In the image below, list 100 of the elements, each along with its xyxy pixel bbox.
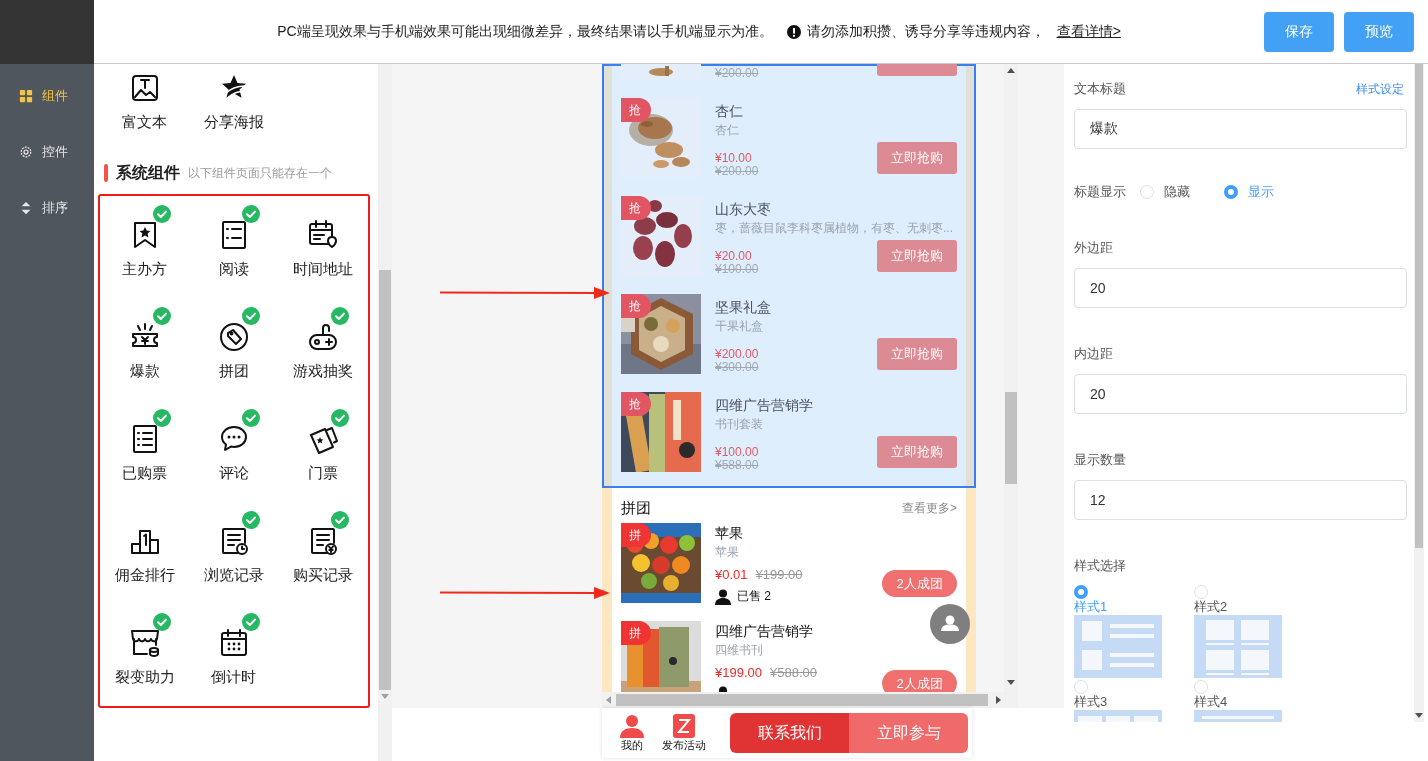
- calendar-pin-icon[interactable]: [306, 219, 339, 251]
- component-label[interactable]: 倒计时: [211, 668, 256, 687]
- warning-icon: [786, 24, 801, 39]
- field-label: 外边距: [1074, 239, 1114, 257]
- component-label[interactable]: 阅读: [218, 260, 249, 279]
- field-label: 文本标题: [1074, 80, 1126, 98]
- input-field[interactable]: 20: [1074, 374, 1407, 414]
- product-name: 苹果: [715, 525, 744, 543]
- person-icon: [715, 588, 731, 605]
- product-tag: 抢: [621, 98, 651, 122]
- section-marker: [104, 164, 108, 182]
- price: ¥20.00: [715, 250, 753, 263]
- component-label[interactable]: 佣金排行: [114, 566, 175, 585]
- original-price: ¥200.00: [715, 67, 759, 80]
- sidebar-item[interactable]: 组件: [0, 68, 94, 124]
- price: ¥200.00: [715, 348, 759, 361]
- scroll-left-icon: [606, 696, 612, 704]
- input-field[interactable]: 12: [1074, 480, 1407, 520]
- scrollbar-thumb[interactable]: [379, 270, 391, 690]
- input-field[interactable]: 爆款: [1074, 109, 1407, 149]
- product-tag: 抢: [621, 196, 651, 220]
- price: ¥100.00: [715, 446, 759, 459]
- radio-option[interactable]: 隐藏: [1140, 183, 1190, 201]
- more-link[interactable]: 查看更多>: [902, 499, 957, 517]
- field-label: 标题显示: [1074, 183, 1126, 201]
- product-tag: 抢: [621, 294, 651, 318]
- product-subtitle: 杏仁: [715, 122, 740, 139]
- original-price: ¥588.00: [770, 664, 817, 682]
- product-tag: 拼: [621, 523, 651, 547]
- component-label[interactable]: 裂变助力: [114, 668, 175, 687]
- style-label[interactable]: 样式3: [1074, 694, 1108, 710]
- nav-item[interactable]: 我的: [620, 713, 644, 753]
- component-label[interactable]: 爆款: [129, 362, 160, 381]
- component-label[interactable]: 时间地址: [292, 260, 353, 279]
- sidebar-item[interactable]: 控件: [0, 124, 94, 180]
- shop-icon[interactable]: [128, 627, 161, 659]
- original-price: ¥588.00: [715, 459, 759, 472]
- field-label: 内边距: [1074, 345, 1114, 363]
- original-price: ¥100.00: [715, 263, 759, 276]
- scroll-down-icon: [381, 694, 389, 700]
- field-label: 显示数量: [1074, 451, 1127, 469]
- component-label[interactable]: 主办方: [122, 260, 167, 279]
- person-icon: [620, 713, 644, 738]
- scrollbar[interactable]: [602, 692, 1018, 708]
- style-settings-link[interactable]: 样式设定: [1356, 80, 1404, 98]
- user-fab-icon[interactable]: [930, 604, 970, 644]
- scrollbar[interactable]: [1004, 64, 1018, 692]
- product-subtitle: 书刊套装: [715, 416, 764, 433]
- details-link[interactable]: 查看详情>: [1056, 22, 1121, 41]
- style-label[interactable]: 样式2: [1194, 599, 1228, 615]
- section-hint: 以下组件页面只能存在一个: [188, 164, 332, 182]
- product-tag: 拼: [621, 621, 651, 645]
- component-label[interactable]: 游戏抽奖: [292, 362, 353, 381]
- settings-icon: [19, 145, 33, 159]
- nav-item[interactable]: 发布活动: [662, 713, 706, 753]
- sold-count: 已售 2: [737, 588, 771, 605]
- warning-text: 请勿添加积攒、诱导分享等违规内容，: [806, 22, 1045, 41]
- product-name: 山东大枣: [715, 201, 772, 219]
- component-label[interactable]: 已购票: [122, 464, 167, 483]
- original-price: ¥200.00: [715, 165, 759, 178]
- component-label[interactable]: 拼团: [218, 362, 249, 381]
- component-label[interactable]: 分享海报: [203, 113, 264, 132]
- style-label[interactable]: 样式4: [1194, 694, 1228, 710]
- scrollbar-thumb[interactable]: [1415, 64, 1423, 548]
- scrollbar[interactable]: [1414, 64, 1424, 722]
- price: ¥0.01: [715, 566, 748, 584]
- product-subtitle: 四维书刊: [715, 642, 764, 659]
- product-name: 坚果礼盒: [715, 299, 772, 317]
- component-label[interactable]: 富文本: [122, 113, 167, 132]
- product-name: 四维广告营销学: [715, 623, 814, 641]
- input-field[interactable]: 20: [1074, 268, 1407, 308]
- component-label[interactable]: 浏览记录: [203, 566, 264, 585]
- product-name: 四维广告营销学: [715, 397, 814, 415]
- tag-circle-icon[interactable]: [217, 321, 250, 353]
- scrollbar-thumb[interactable]: [616, 694, 988, 706]
- scrollbar-thumb[interactable]: [1005, 392, 1017, 484]
- component-label[interactable]: 评论: [218, 464, 249, 483]
- product-subtitle: 枣，蔷薇目鼠李科枣属植物，有枣、无刺枣...: [715, 220, 954, 237]
- scroll-right-icon: [996, 696, 1002, 704]
- scrollbar[interactable]: [378, 64, 392, 761]
- section-title: 拼团: [621, 498, 651, 518]
- action-button[interactable]: 联系我们: [730, 713, 849, 753]
- product-tag: 抢: [621, 392, 651, 416]
- price: ¥10.00: [715, 152, 753, 165]
- component-label[interactable]: 门票: [307, 464, 338, 483]
- gamepad-icon[interactable]: [306, 321, 339, 353]
- product-subtitle: 干果礼盒: [715, 318, 764, 335]
- scroll-up-icon: [1007, 68, 1015, 74]
- section-title: 系统组件: [116, 162, 180, 183]
- field-label: 样式选择: [1074, 557, 1127, 575]
- sidebar-item[interactable]: 排序: [0, 180, 94, 236]
- original-price: ¥300.00: [715, 361, 759, 374]
- grid-icon: [19, 89, 33, 103]
- document-icon: [672, 713, 696, 738]
- scroll-down-icon: [1007, 680, 1015, 686]
- component-label[interactable]: 购买记录: [292, 566, 353, 585]
- price: ¥199.00: [715, 664, 762, 682]
- scroll-down-icon: [1415, 713, 1423, 719]
- radio-button[interactable]: [1074, 585, 1088, 599]
- product-subtitle: 苹果: [715, 544, 740, 561]
